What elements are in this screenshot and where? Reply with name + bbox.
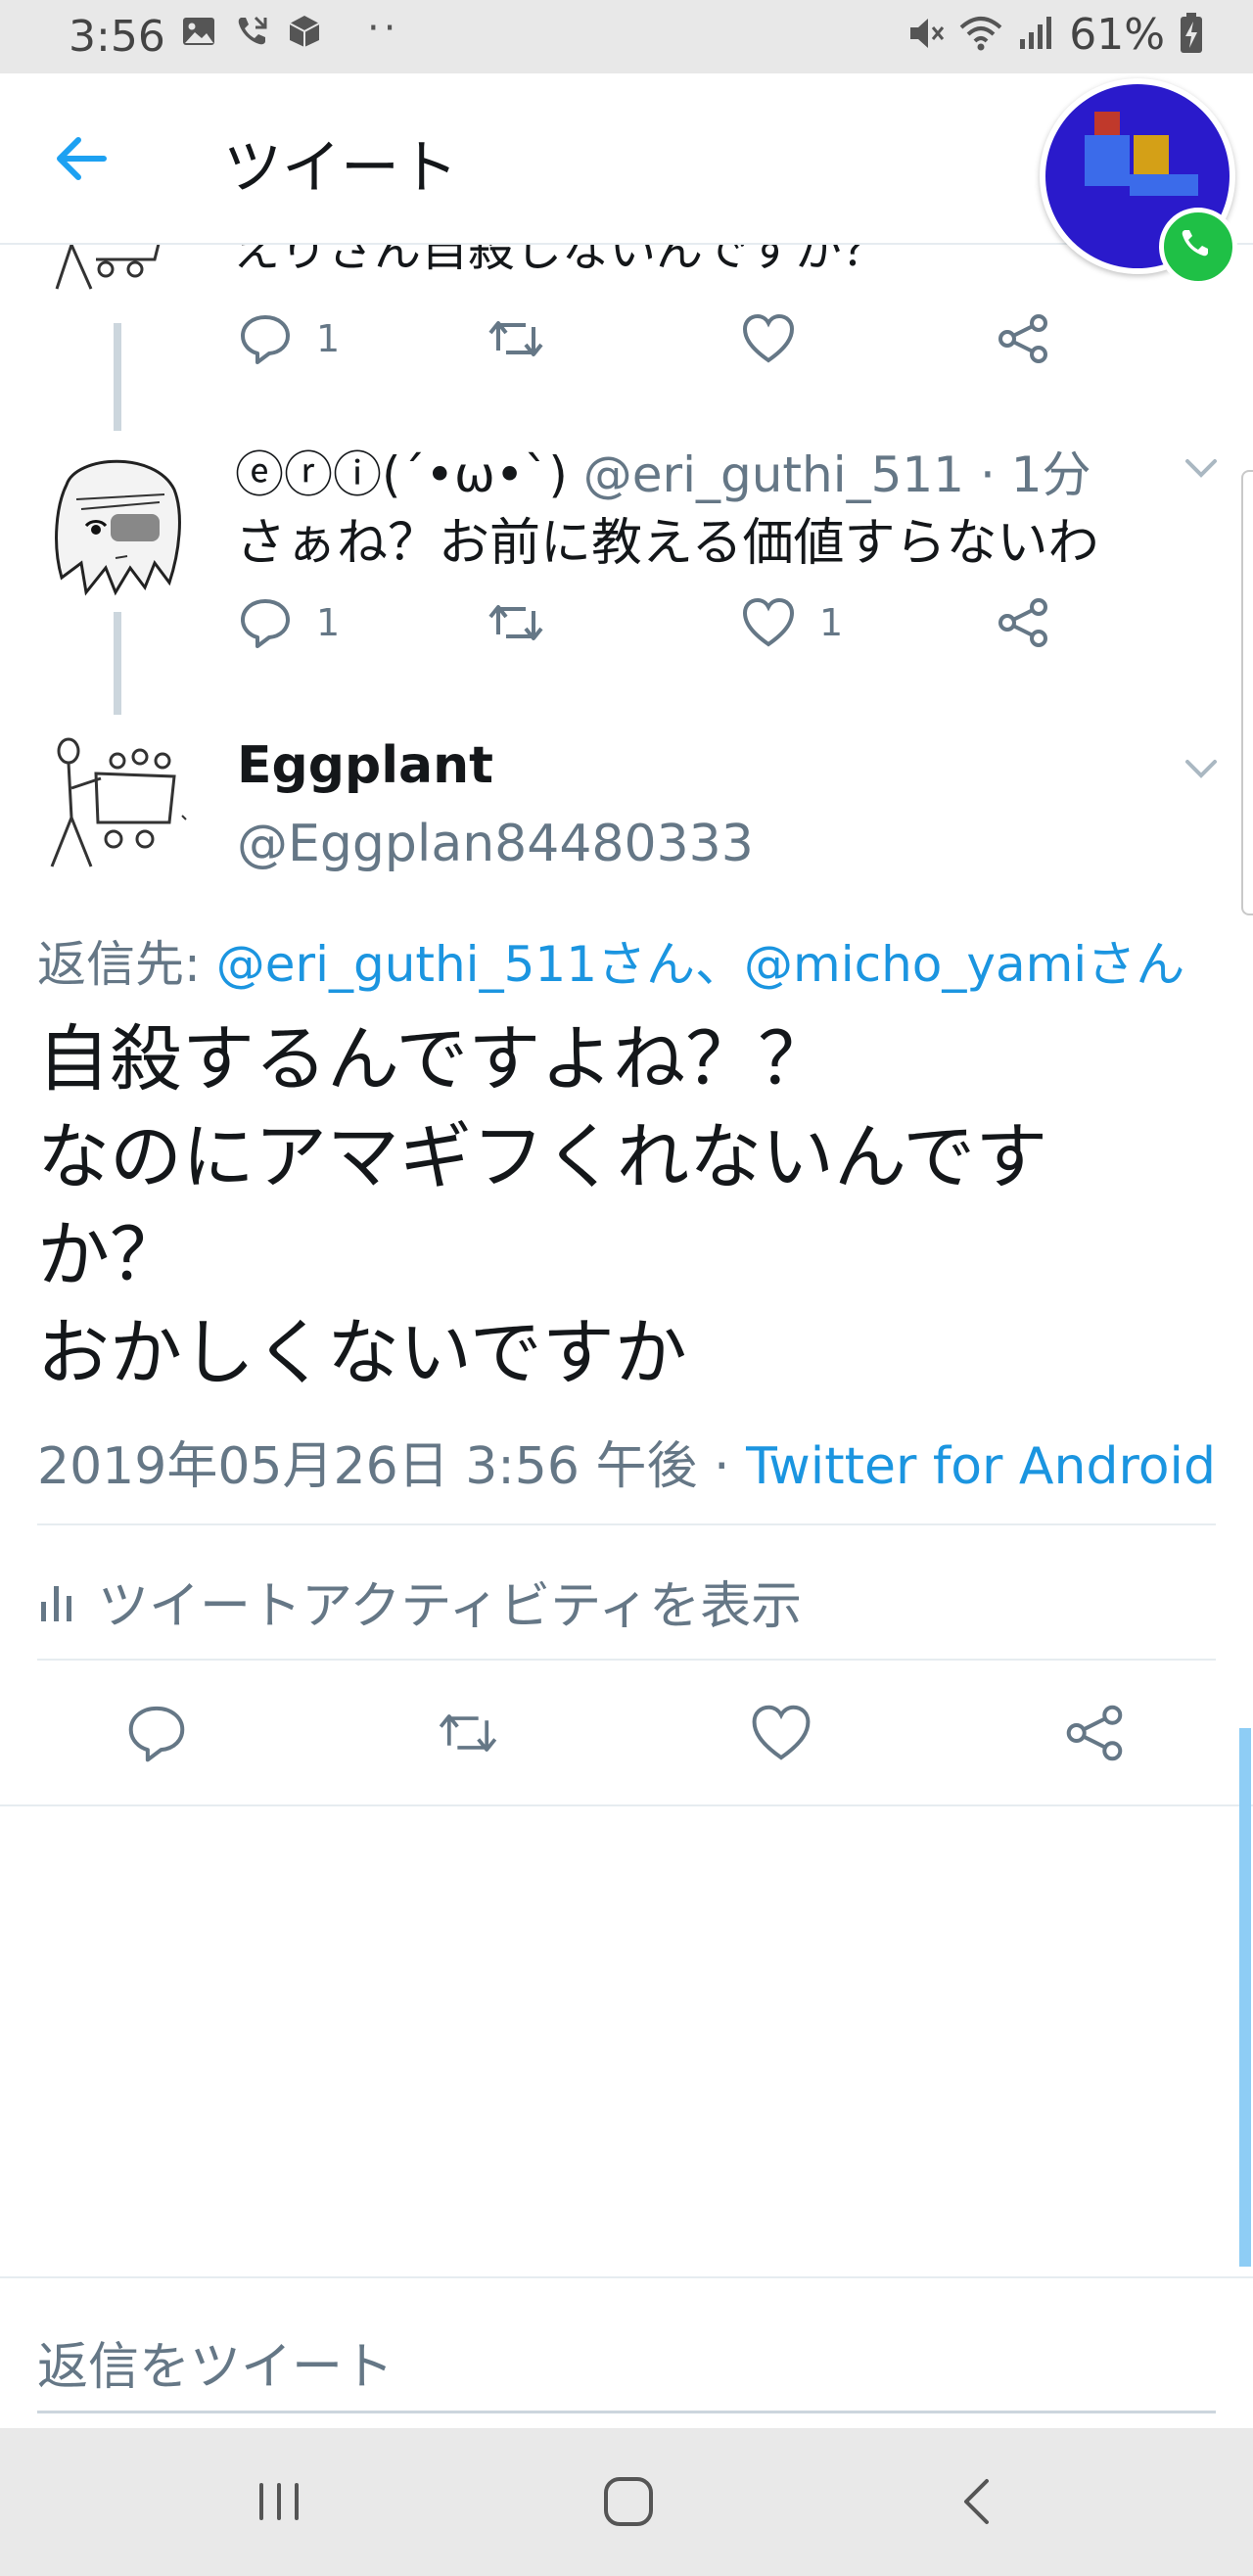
reply-button[interactable]	[125, 1702, 188, 1764]
reply-to-label: 返信先:	[37, 936, 216, 993]
avatar-eggplant[interactable]	[37, 729, 194, 886]
back-arrow-icon[interactable]	[49, 124, 117, 193]
page-title: ツイート	[223, 134, 458, 203]
share-action-previous[interactable]	[996, 311, 1050, 366]
reply-action-previous[interactable]: 1	[238, 311, 340, 366]
tweet-text-line: 自殺するんですよね？？	[37, 1017, 831, 1101]
battery-percent: 61%	[1069, 10, 1165, 60]
chevron-down-icon[interactable]	[1180, 445, 1223, 489]
tweet-timestamp: 2019年05月26日 3:56 午後 ·	[37, 1437, 747, 1496]
main-author-name[interactable]: Eggplant	[237, 736, 493, 795]
tweet-time: · 1分	[979, 446, 1091, 503]
retweet-action-previous[interactable]	[487, 311, 545, 366]
bar-chart-icon	[41, 1585, 71, 1621]
tweet-text-line: か？	[37, 1213, 182, 1297]
main-author-handle[interactable]: @Eggplan84480333	[237, 815, 754, 873]
like-button[interactable]	[750, 1702, 812, 1764]
tweet-author-line-eri: ⓔⓡⓘ(´•ω•`) @eri_guthi_511 · 1分	[235, 436, 1091, 506]
main-tweet-text: 自殺するんですよね？？ なのにアマギフくれないんです か？ おかしくないですか	[37, 1010, 1047, 1402]
reply-input[interactable]: 返信をツイート	[37, 2325, 394, 2399]
box-icon	[287, 14, 322, 49]
thread-connector	[114, 612, 121, 715]
share-icon	[998, 598, 1047, 647]
reply-input-underline	[37, 2411, 1216, 2413]
share-action-eri[interactable]	[996, 595, 1050, 650]
divider	[37, 1523, 1216, 1525]
tweet-activity-link[interactable]: ツイートアクティビティを表示	[37, 1565, 802, 1638]
like-action-eri[interactable]: 1	[741, 595, 843, 650]
retweet-icon	[488, 321, 543, 356]
reply-action-eri[interactable]: 1	[238, 595, 340, 650]
status-bar: 3:56 ·· 61%	[0, 0, 1253, 73]
reply-icon	[241, 315, 290, 364]
system-navigation-bar	[0, 2428, 1253, 2576]
reply-composer: 返信をツイート	[0, 2276, 1253, 2428]
tweet-text-eri: さぁね？お前に教える価値すらないわ	[235, 514, 1099, 573]
back-icon[interactable]	[945, 2467, 1013, 2536]
heart-icon	[742, 597, 795, 647]
home-icon[interactable]	[594, 2467, 663, 2536]
notification-icons	[181, 14, 322, 49]
share-icon	[998, 314, 1047, 363]
image-icon	[181, 14, 216, 49]
share-icon	[1066, 1705, 1123, 1761]
chevron-down-icon[interactable]	[1180, 746, 1223, 789]
tweet-source-link[interactable]: Twitter for Android	[746, 1437, 1216, 1496]
status-time: 3:56	[69, 12, 165, 62]
activity-label: ツイートアクティビティを表示	[98, 1577, 803, 1636]
tweet-meta: 2019年05月26日 3:56 午後 · Twitter for Androi…	[37, 1425, 1216, 1498]
reply-icon	[128, 1706, 185, 1762]
reply-to-users-link[interactable]: @eri_guthi_511さん、@micho_yamiさん	[216, 936, 1184, 993]
wifi-icon	[959, 14, 1002, 57]
mute-icon	[906, 14, 946, 57]
retweet-icon	[439, 1714, 497, 1752]
reply-to-line: 返信先: @eri_guthi_511さん、@micho_yamiさん	[37, 925, 1184, 996]
system-indicators: 61%	[906, 10, 1204, 60]
reply-icon	[241, 599, 290, 648]
missed-call-icon	[234, 14, 269, 49]
heart-icon	[752, 1705, 811, 1760]
avatar-eri[interactable]	[37, 445, 198, 606]
scrollbar[interactable]	[1239, 1728, 1251, 2267]
heart-icon	[742, 313, 795, 363]
divider	[37, 1659, 1216, 1661]
more-notifications-dots: ··	[367, 6, 400, 51]
recent-apps-icon[interactable]	[245, 2467, 313, 2536]
share-button[interactable]	[1063, 1702, 1126, 1764]
tweet-text-line: おかしくないですか	[37, 1311, 687, 1395]
retweet-action-eri[interactable]	[487, 595, 545, 650]
like-action-previous[interactable]	[741, 311, 796, 366]
author-handle[interactable]: @eri_guthi_511	[583, 446, 964, 503]
divider	[0, 1804, 1253, 1806]
battery-charging-icon	[1179, 12, 1204, 59]
side-panel-handle[interactable]	[1241, 470, 1253, 915]
retweet-icon	[488, 605, 543, 640]
author-name[interactable]: ⓔⓡⓘ(´•ω•`)	[235, 446, 568, 503]
call-badge-icon	[1159, 208, 1237, 286]
thread-connector	[114, 323, 121, 431]
tweet-text-line: なのにアマギフくれないんです	[37, 1115, 1048, 1199]
retweet-button[interactable]	[437, 1702, 499, 1764]
signal-icon	[1016, 14, 1055, 57]
